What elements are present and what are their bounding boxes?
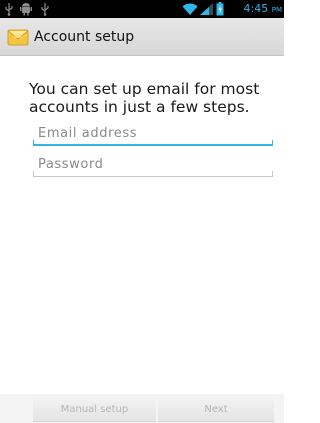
button-bar: Manual setup Next	[0, 394, 284, 423]
email-app-icon	[7, 29, 29, 46]
password-field-underline	[33, 171, 273, 177]
action-bar: Account setup	[0, 18, 284, 56]
account-setup-form: You can set up email for most accounts i…	[0, 56, 284, 394]
intro-text: You can set up email for most accounts i…	[29, 80, 260, 116]
next-button[interactable]: Next	[158, 398, 274, 422]
signal-icon	[200, 3, 213, 15]
android-debug-icon	[20, 3, 32, 16]
status-time: 4:45 PM	[243, 2, 282, 15]
email-field-underline	[33, 140, 273, 146]
manual-setup-button[interactable]: Manual setup	[33, 398, 156, 422]
wifi-icon	[182, 3, 198, 15]
usb-icon	[41, 3, 49, 16]
battery-icon	[216, 2, 224, 16]
status-ampm: PM	[271, 6, 282, 14]
status-bar: 4:45 PM	[0, 0, 284, 18]
usb-icon	[5, 3, 13, 16]
action-bar-title: Account setup	[34, 29, 135, 45]
